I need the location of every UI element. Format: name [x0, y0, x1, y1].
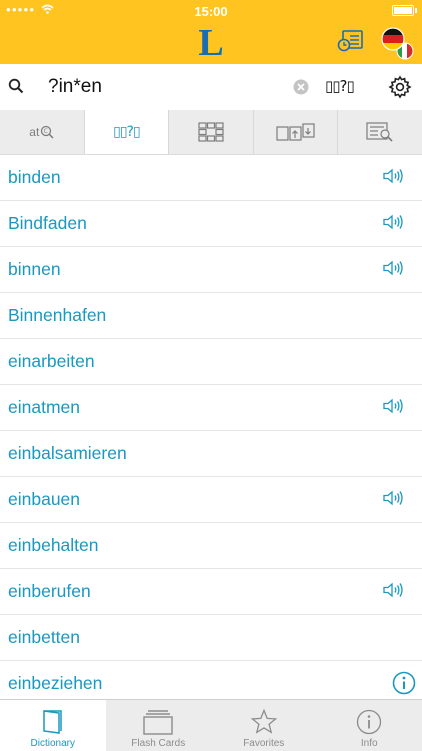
nav-flash-cards[interactable]: Flash Cards: [106, 700, 212, 751]
wildcard-search-label: ▯▯?▯: [113, 124, 140, 140]
word-label: einbetten: [8, 627, 80, 648]
clear-search-icon[interactable]: [293, 79, 309, 95]
language-switch-icon[interactable]: [381, 27, 415, 61]
wildcard-keyboard-button[interactable]: ▯▯?▯: [325, 77, 354, 95]
info-icon[interactable]: [392, 671, 416, 699]
cards-icon: [142, 709, 174, 735]
speaker-icon[interactable]: [382, 213, 404, 236]
search-input[interactable]: [48, 74, 284, 100]
app-header: ●●●●● 15:00 L: [0, 0, 422, 64]
list-item[interactable]: binden: [0, 155, 422, 201]
battery-icon: [392, 5, 414, 16]
nav-info[interactable]: Info: [317, 700, 422, 751]
word-list: binden Bindfaden binnen Binnenhafen einarbei…: [0, 155, 422, 699]
nav-favorites-label: Favorites: [243, 738, 284, 749]
speaker-icon[interactable]: [382, 167, 404, 190]
list-item[interactable]: Bindfaden: [0, 201, 422, 247]
list-item[interactable]: einbehalten: [0, 523, 422, 569]
crossword-icon: [198, 122, 224, 142]
gear-icon[interactable]: [388, 75, 412, 99]
list-item[interactable]: einbetten: [0, 615, 422, 661]
star-icon: [251, 709, 277, 735]
magnifier-icon: C: [40, 125, 54, 139]
bottom-navigation: Dictionary Flash Cards Favorites Info: [0, 699, 422, 751]
list-item[interactable]: Binnenhafen: [0, 293, 422, 339]
tab-wildcard-search[interactable]: ▯▯?▯: [85, 110, 170, 154]
book-icon: [41, 709, 65, 735]
speaker-icon[interactable]: [382, 489, 404, 512]
tab-crossword-search[interactable]: [169, 110, 254, 154]
word-label: binnen: [8, 259, 61, 280]
nav-info-label: Info: [361, 738, 378, 749]
list-item[interactable]: einberufen: [0, 569, 422, 615]
list-item[interactable]: einbalsamieren: [0, 431, 422, 477]
tab-anagram-search[interactable]: [254, 110, 339, 154]
fulltext-search-icon: [366, 122, 394, 142]
word-label: einberufen: [8, 581, 91, 602]
word-label: binden: [8, 167, 61, 188]
nav-flash-cards-label: Flash Cards: [131, 738, 185, 749]
speaker-icon[interactable]: [382, 259, 404, 282]
search-mode-tabs: at C ▯▯?▯: [0, 110, 422, 155]
status-bar: ●●●●● 15:00: [0, 0, 422, 22]
list-item[interactable]: einatmen: [0, 385, 422, 431]
tab-text-search[interactable]: at C: [0, 110, 85, 154]
svg-text:C: C: [44, 128, 48, 135]
speaker-icon[interactable]: [382, 581, 404, 604]
vocabulary-trainer-icon[interactable]: [337, 30, 363, 57]
word-label: einarbeiten: [8, 351, 95, 372]
search-bar: ▯▯?▯: [0, 64, 422, 111]
speaker-icon[interactable]: [382, 397, 404, 420]
list-item[interactable]: einarbeiten: [0, 339, 422, 385]
nav-dictionary-label: Dictionary: [31, 738, 75, 749]
word-label: einbalsamieren: [8, 443, 127, 464]
nav-favorites[interactable]: Favorites: [211, 700, 317, 751]
anagram-icon: [276, 122, 316, 142]
list-item[interactable]: binnen: [0, 247, 422, 293]
word-label: einbeziehen: [8, 673, 102, 694]
search-icon: [8, 78, 24, 94]
word-label: einatmen: [8, 397, 80, 418]
list-item[interactable]: einbauen: [0, 477, 422, 523]
nav-dictionary[interactable]: Dictionary: [0, 700, 106, 751]
word-label: Bindfaden: [8, 213, 87, 234]
word-label: Binnenhafen: [8, 305, 106, 326]
tab-fulltext-search[interactable]: [338, 110, 422, 154]
word-label: einbehalten: [8, 535, 99, 556]
list-item[interactable]: einbeziehen: [0, 661, 422, 699]
text-search-label: at: [29, 125, 39, 139]
status-time: 15:00: [0, 4, 422, 19]
word-label: einbauen: [8, 489, 80, 510]
info-icon: [356, 709, 382, 735]
